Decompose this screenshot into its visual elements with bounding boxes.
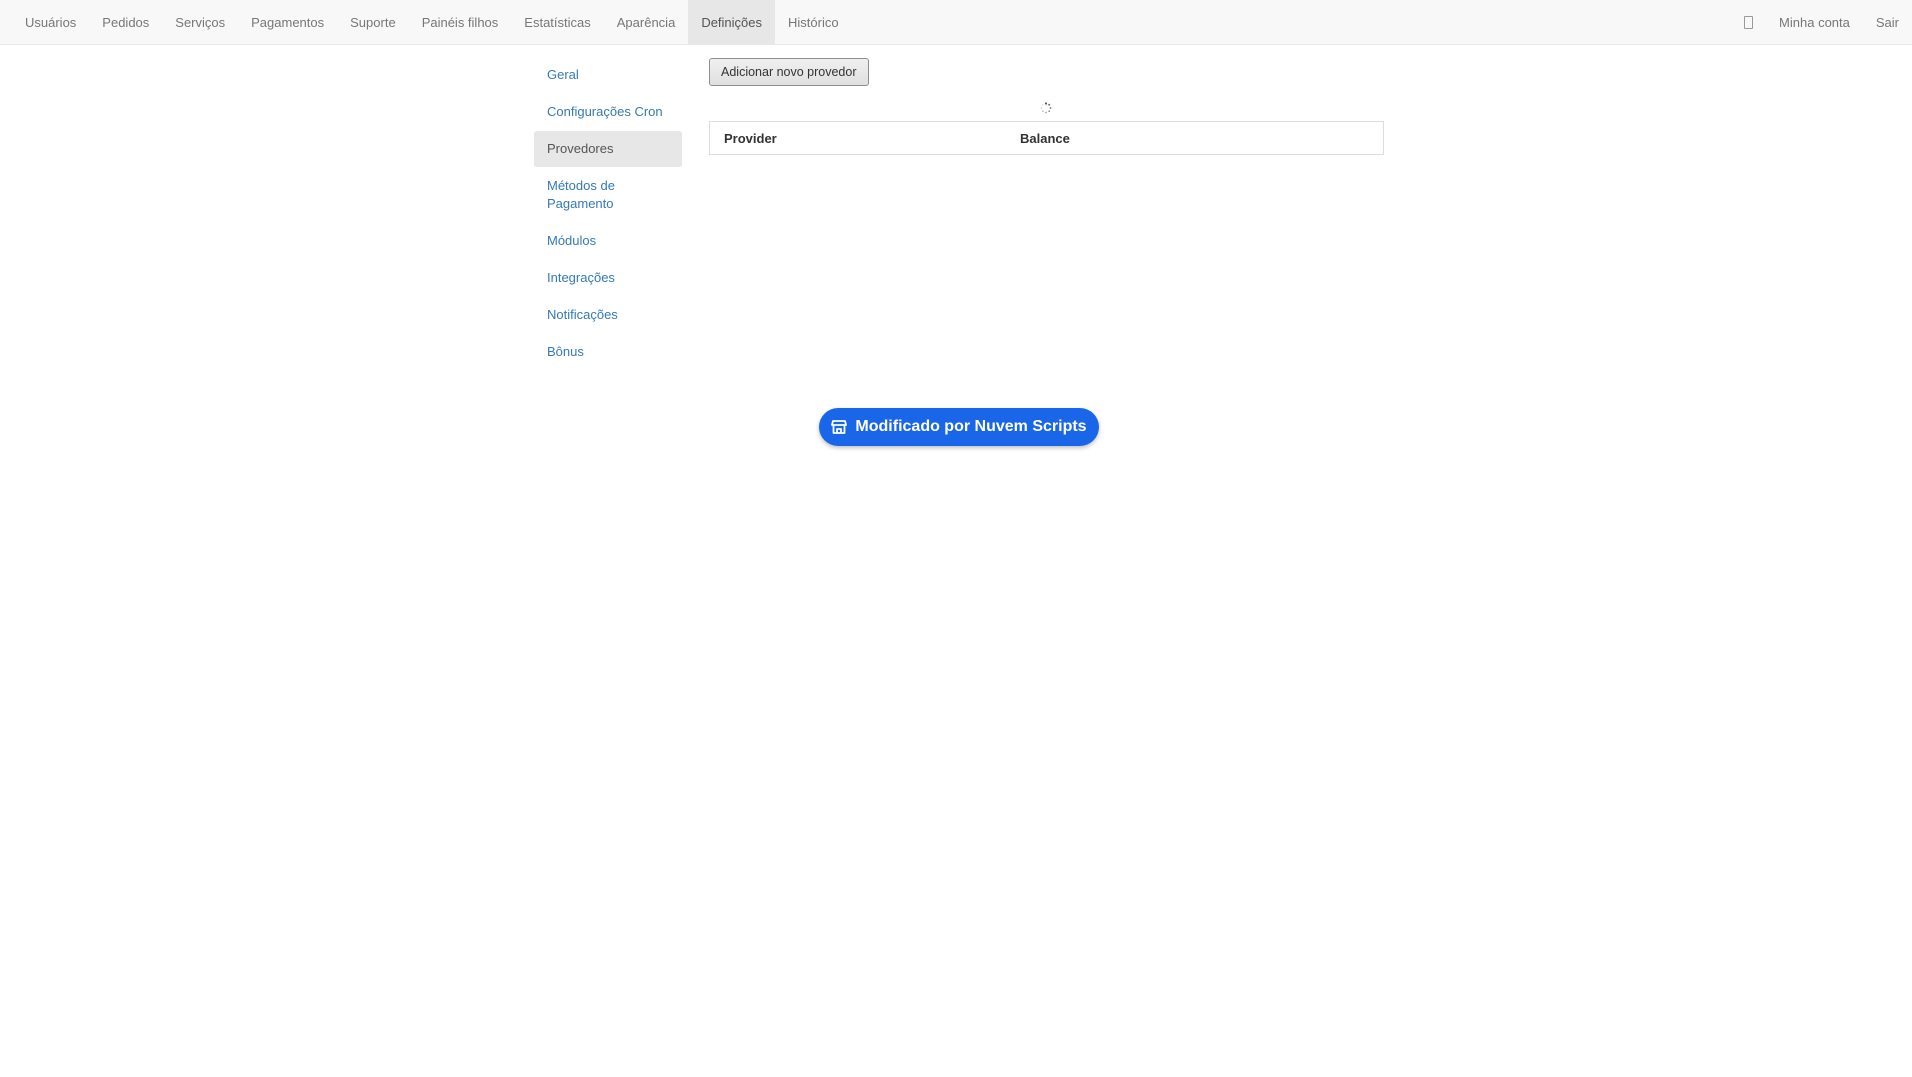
- phone-icon: [1744, 16, 1754, 30]
- sidebar-item-provedores[interactable]: Provedores: [534, 131, 682, 167]
- sidebar-item-configuracoes-cron[interactable]: Configurações Cron: [534, 94, 682, 130]
- settings-sidebar: Geral Configurações Cron Provedores Méto…: [534, 57, 682, 371]
- badge-label: Modificado por Nuvem Scripts: [855, 418, 1087, 435]
- nav-item-minha-conta[interactable]: Minha conta: [1766, 0, 1863, 45]
- sidebar-item-integracoes[interactable]: Integrações: [534, 260, 682, 296]
- providers-table: Provider Balance: [709, 121, 1384, 155]
- nav-item-paineis-filhos[interactable]: Painéis filhos: [409, 0, 512, 45]
- loading-spinner-icon: [1040, 102, 1052, 114]
- providers-content: Adicionar novo provedor Provider Balance: [709, 58, 1384, 155]
- nav-item-historico[interactable]: Histórico: [775, 0, 852, 45]
- top-navbar: Usuários Pedidos Serviços Pagamentos Sup…: [0, 0, 1912, 45]
- column-header-balance: Balance: [1020, 130, 1070, 146]
- store-icon: [831, 420, 848, 434]
- nav-item-suporte[interactable]: Suporte: [337, 0, 409, 45]
- sidebar-item-metodos-de-pagamento[interactable]: Métodos de Pagamento: [534, 168, 682, 222]
- nav-item-sair[interactable]: Sair: [1863, 0, 1912, 45]
- sidebar-item-modulos[interactable]: Módulos: [534, 223, 682, 259]
- nav-item-mobile[interactable]: [1731, 0, 1766, 45]
- nav-item-usuarios[interactable]: Usuários: [12, 0, 89, 45]
- nav-item-definicoes[interactable]: Definições: [688, 0, 776, 45]
- sidebar-item-notificacoes[interactable]: Notificações: [534, 297, 682, 333]
- nav-item-aparencia[interactable]: Aparência: [604, 0, 689, 45]
- nav-item-estatisticas[interactable]: Estatísticas: [511, 0, 603, 45]
- nav-item-servicos[interactable]: Serviços: [162, 0, 238, 45]
- column-header-provider: Provider: [724, 130, 777, 146]
- sidebar-item-bonus[interactable]: Bônus: [534, 334, 682, 370]
- sidebar-item-geral[interactable]: Geral: [534, 57, 682, 93]
- nav-item-pagamentos[interactable]: Pagamentos: [238, 0, 337, 45]
- nav-right: Minha conta Sair: [1731, 0, 1912, 45]
- nav-item-pedidos[interactable]: Pedidos: [89, 0, 162, 45]
- nuvem-scripts-badge-button[interactable]: Modificado por Nuvem Scripts: [819, 408, 1099, 446]
- add-provider-button[interactable]: Adicionar novo provedor: [709, 58, 869, 86]
- nav-left: Usuários Pedidos Serviços Pagamentos Sup…: [12, 0, 852, 45]
